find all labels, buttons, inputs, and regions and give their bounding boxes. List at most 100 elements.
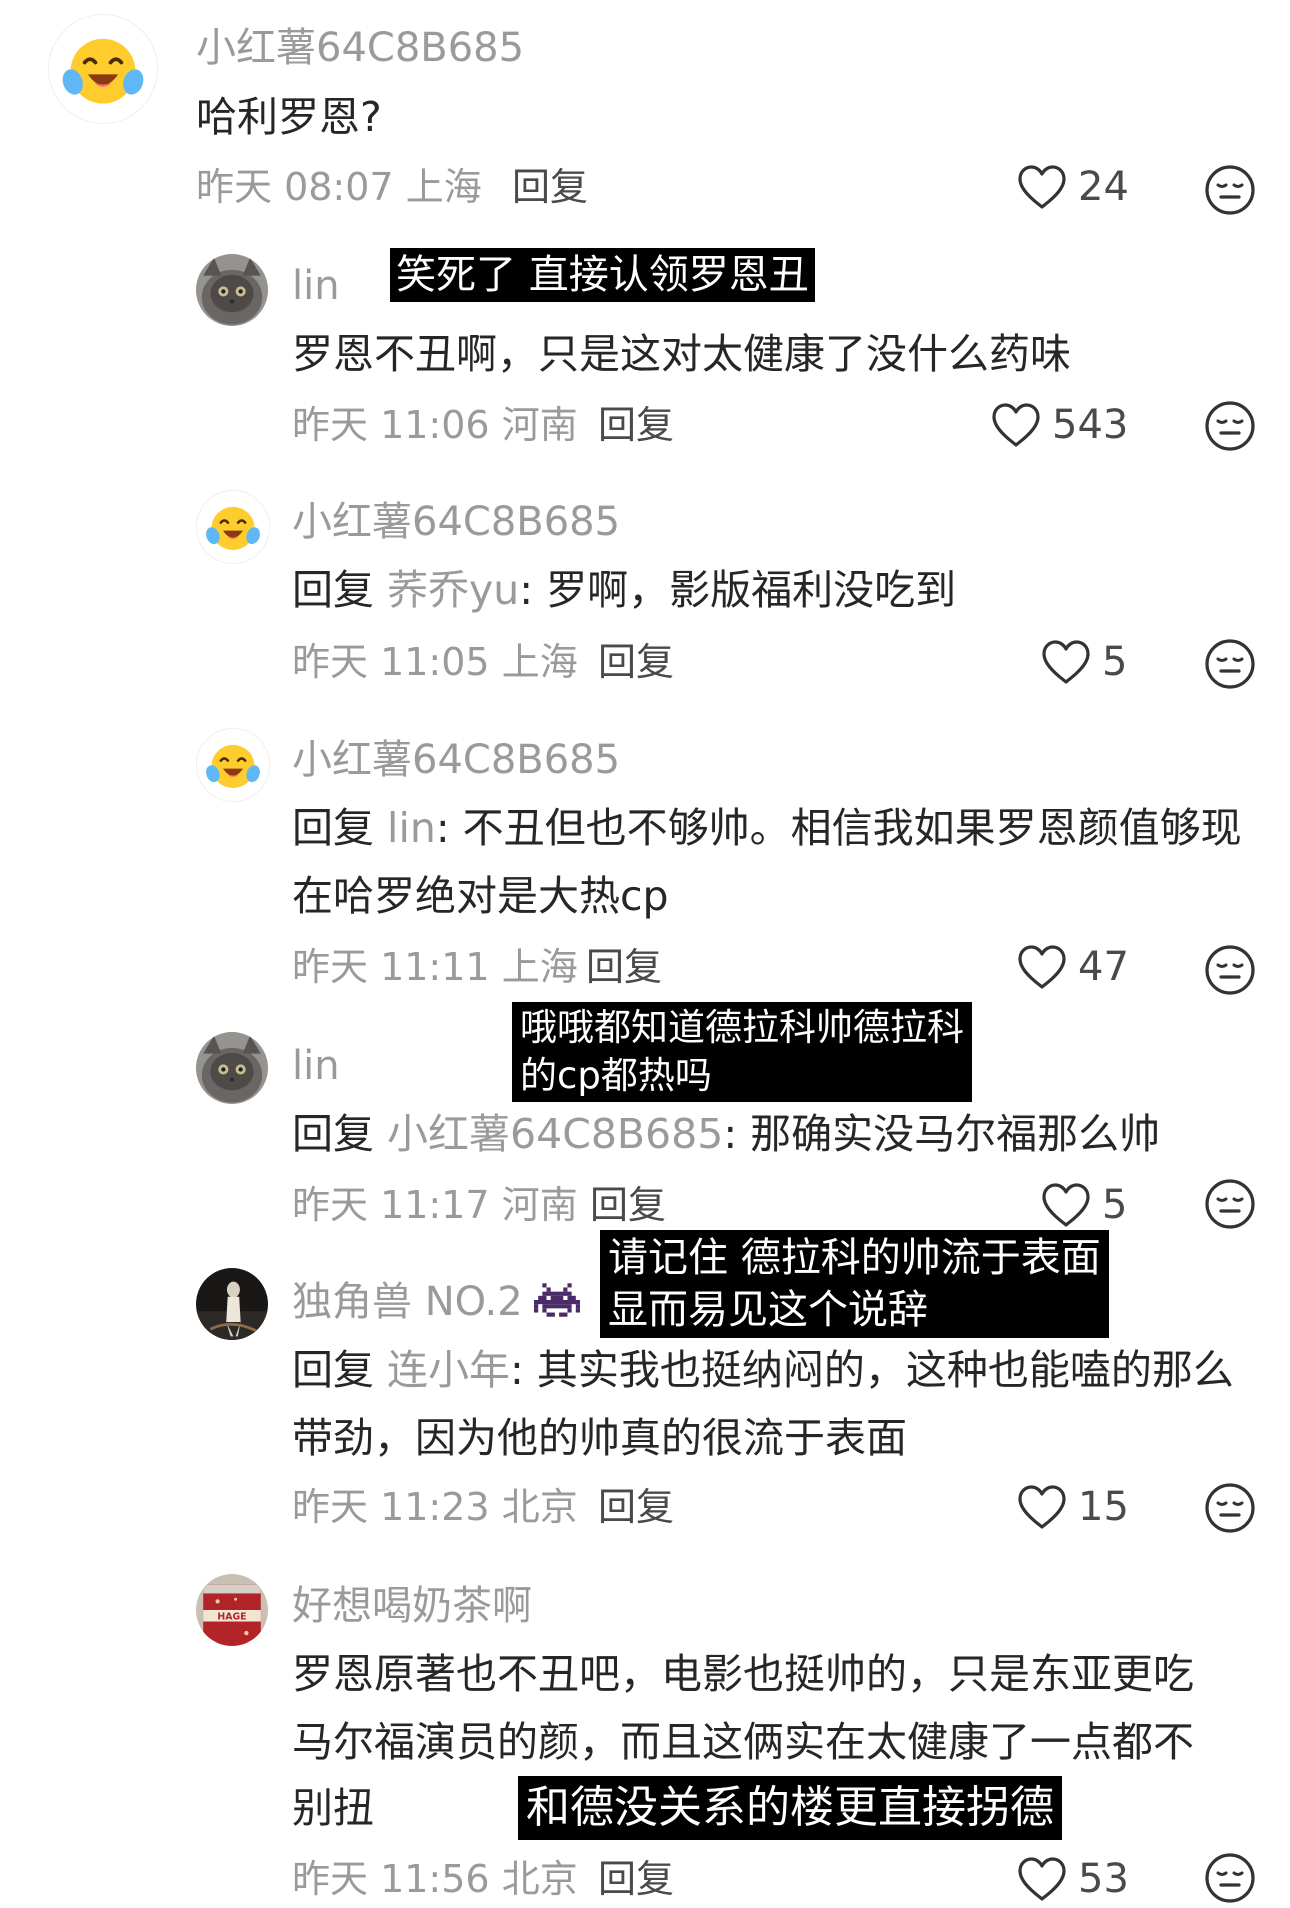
like-count: 24 [1078,164,1129,210]
reply-body: : 其实我也挺纳闷的，这种也能嗑的那么 [510,1346,1234,1394]
dislike-button[interactable] [1204,400,1256,452]
avatar[interactable] [196,1032,268,1104]
username[interactable]: 小红薯64C8B685 [292,740,620,780]
reply-body: : 那确实没马尔福那么帅 [723,1110,1161,1158]
neutral-face-icon [1204,1482,1256,1534]
timestamp: 昨天 11:17 [292,1183,490,1227]
caption-line: 请记住 德拉科的帅流于表面 [608,1235,1101,1281]
heart-outline-icon [1016,1856,1068,1902]
location: 上海 [501,945,578,989]
reply-button[interactable]: 回复 [512,168,588,206]
cat-avatar-icon [196,1032,268,1104]
red-cup-avatar-icon [196,1574,268,1646]
heart-outline-icon [1040,639,1092,685]
username[interactable]: lin [292,266,340,306]
avatar[interactable] [48,14,158,124]
reply-button[interactable]: 回复 [598,1488,674,1526]
overlay-caption: 笑死了 直接认领罗恩丑 [390,248,815,302]
timestamp: 昨天 11:11 [292,945,490,989]
heart-outline-icon [1016,164,1068,210]
dislike-button[interactable] [1204,944,1256,996]
heart-outline-icon [1016,944,1068,990]
comment-time: 昨天 11:06 河南 [292,406,578,444]
reply-button[interactable]: 回复 [598,1860,674,1898]
reply-body: : 罗啊，影版福利没吃到 [519,566,957,614]
location: 北京 [501,1857,578,1901]
comment-time: 昨天 11:23 北京 [292,1488,578,1526]
avatar[interactable] [196,728,270,802]
comment-text-line2: 在哈罗绝对是大热cp [292,872,669,920]
timestamp: 昨天 08:07 [196,165,394,209]
comment-text: 哈利罗恩? [196,93,382,141]
comment-text: 回复 lin: 不丑但也不够帅。相信我如果罗恩颜值够现 [292,794,1242,862]
timestamp: 昨天 11:23 [292,1485,490,1529]
dislike-button[interactable] [1204,638,1256,690]
comment-text: 罗恩原著也不丑吧，电影也挺帅的，只是东亚更吃 [292,1650,1194,1698]
like-button[interactable]: 5 [1040,1182,1127,1228]
dislike-button[interactable] [1204,1852,1256,1904]
comment-time: 昨天 11:17 河南 [292,1186,578,1224]
username[interactable]: 小红薯64C8B685 [196,28,524,68]
location: 河南 [501,403,578,447]
like-count: 47 [1078,944,1129,990]
mention-link[interactable]: 小红薯64C8B685 [387,1110,723,1158]
username[interactable]: 小红薯64C8B685 [292,502,620,542]
like-count: 543 [1052,402,1129,448]
reply-body: : 不丑但也不够帅。相信我如果罗恩颜值够现 [435,804,1242,852]
comment-text: 回复 小红薯64C8B685: 那确实没马尔福那么帅 [292,1100,1160,1168]
like-count: 5 [1102,1182,1128,1228]
like-button[interactable]: 53 [1016,1856,1129,1902]
dislike-button[interactable] [1204,1178,1256,1230]
like-button[interactable]: 5 [1040,639,1127,685]
neutral-face-icon [1204,1178,1256,1230]
overlay-caption: 和德没关系的楼更直接拐德 [518,1776,1062,1840]
timestamp: 昨天 11:06 [292,403,490,447]
username[interactable]: lin [292,1046,340,1086]
like-count: 53 [1078,1856,1129,1902]
avatar[interactable] [196,490,270,564]
heart-outline-icon [1016,1484,1068,1530]
avatar[interactable] [196,254,268,326]
dislike-button[interactable] [1204,1482,1256,1534]
mention-link[interactable]: 荞乔yu [387,566,519,614]
dislike-button[interactable] [1204,164,1256,216]
location: 河南 [501,1183,578,1227]
reply-button[interactable]: 回复 [598,406,674,444]
comment-text: 回复 连小年: 其实我也挺纳闷的，这种也能嗑的那么 [292,1336,1234,1404]
location: 北京 [501,1485,578,1529]
mention-link[interactable]: 连小年 [387,1346,510,1394]
reply-prefix: 回复 [292,566,374,614]
like-button[interactable]: 543 [990,402,1128,448]
comment-text: 罗恩不丑啊，只是这对太健康了没什么药味 [292,330,1071,378]
username[interactable]: 好想喝奶茶啊 [292,1586,532,1626]
reply-button[interactable]: 回复 [586,948,662,986]
like-count: 15 [1078,1484,1129,1530]
comment-text-line2: 马尔福演员的颜，而且这俩实在太健康了一点都不 [292,1718,1194,1766]
mention-link[interactable]: lin [387,804,436,852]
comment-text: 回复 荞乔yu: 罗啊，影版福利没吃到 [292,556,956,624]
like-button[interactable]: 15 [1016,1484,1129,1530]
space-invader-icon [534,1280,580,1320]
comment-text-line3: 别扭 [292,1784,374,1832]
like-button[interactable]: 24 [1016,164,1129,210]
neutral-face-icon [1204,164,1256,216]
location: 上海 [405,165,482,209]
reply-button[interactable]: 回复 [590,1186,666,1224]
like-button[interactable]: 47 [1016,944,1129,990]
comment-time: 昨天 08:07 上海 [196,168,482,206]
reply-button[interactable]: 回复 [598,643,674,681]
username[interactable]: 独角兽 NO.2 [292,1282,523,1322]
dark-photo-avatar-icon [196,1268,268,1340]
overlay-caption: 哦哦都知道德拉科帅德拉科 的cp都热吗 [512,1002,972,1102]
neutral-face-icon [1204,400,1256,452]
laughing-crying-emoji-icon [49,15,157,123]
caption-line: 的cp都热吗 [520,1054,712,1097]
avatar[interactable] [196,1268,268,1340]
avatar[interactable] [196,1574,268,1646]
caption-line: 哦哦都知道德拉科帅德拉科 [520,1006,964,1049]
neutral-face-icon [1204,1852,1256,1904]
timestamp: 昨天 11:56 [292,1857,490,1901]
reply-prefix: 回复 [292,1110,374,1158]
cat-avatar-icon [196,254,268,326]
like-count: 5 [1102,639,1128,685]
